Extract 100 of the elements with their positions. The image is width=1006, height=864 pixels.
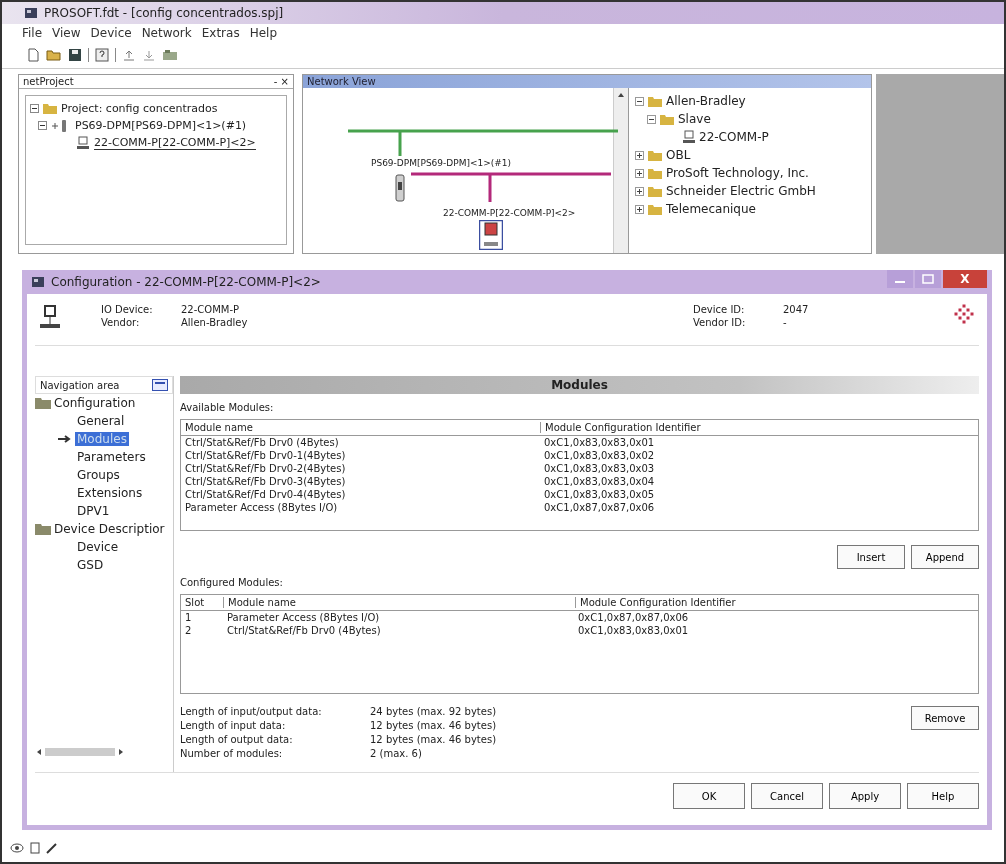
tree-item[interactable]: PS69-DPM[PS69-DPM]<1>(#1) bbox=[75, 119, 247, 132]
menu-item[interactable]: Extras bbox=[201, 26, 240, 40]
scroll-right-icon[interactable] bbox=[117, 748, 125, 756]
tree-item[interactable]: 22-COMM-P[22-COMM-P]<2> bbox=[94, 135, 256, 150]
column-header[interactable]: Module name bbox=[181, 422, 540, 433]
tree-toggle-icon[interactable] bbox=[635, 168, 644, 178]
folder-icon bbox=[35, 523, 51, 535]
nav-item[interactable]: General bbox=[75, 414, 127, 428]
dialog-button[interactable]: OK bbox=[673, 783, 745, 809]
panel-controls[interactable]: - × bbox=[273, 76, 289, 87]
pencil-icon[interactable] bbox=[46, 842, 58, 854]
table-cell-text: Parameter Access (8Bytes I/O) bbox=[184, 502, 339, 513]
nav-item[interactable]: Extensions bbox=[75, 486, 145, 500]
dialog-button[interactable]: Apply bbox=[829, 783, 901, 809]
column-header[interactable]: Module Configuration Identifier bbox=[575, 597, 736, 608]
menu-item[interactable]: View bbox=[52, 26, 81, 40]
panel-title: Navigation area bbox=[40, 379, 120, 391]
table-cell-text: Ctrl/Stat&Ref/Fb Drv0-2(4Bytes) bbox=[184, 463, 347, 474]
device-icon[interactable] bbox=[162, 48, 178, 62]
tree-toggle-icon[interactable] bbox=[635, 204, 644, 214]
info-label: Vendor ID: bbox=[693, 317, 747, 328]
info-label: IO Device: bbox=[101, 304, 154, 315]
diamond-dots-logo bbox=[953, 304, 975, 326]
catalog-item[interactable]: Slave bbox=[678, 112, 711, 126]
table-cell-text: 0xC1,0x83,0x83,0x02 bbox=[543, 450, 655, 461]
table-cell-text: Ctrl/Stat&Ref/Fb Drv0-3(4Bytes) bbox=[184, 476, 347, 487]
tree-toggle-icon[interactable] bbox=[38, 121, 47, 130]
page-icon[interactable] bbox=[30, 842, 40, 854]
panel-title: netProject bbox=[23, 76, 74, 87]
folder-icon bbox=[43, 103, 57, 114]
catalog-item[interactable]: Telemecanique bbox=[666, 202, 756, 216]
menu-item[interactable]: Help bbox=[249, 26, 278, 40]
panel-title: Network View bbox=[307, 76, 376, 87]
table-caption: Available Modules: bbox=[180, 402, 275, 413]
table-cell-text: Ctrl/Stat&Ref/Fb Drv0-1(4Bytes) bbox=[184, 450, 347, 461]
slave-device-icon[interactable] bbox=[479, 220, 503, 250]
tree-toggle-icon[interactable] bbox=[30, 104, 39, 113]
catalog-item[interactable]: ProSoft Technology, Inc. bbox=[666, 166, 809, 180]
folder-icon bbox=[35, 397, 51, 409]
open-folder-icon[interactable] bbox=[46, 48, 62, 62]
dialog-button[interactable]: Append bbox=[911, 545, 979, 569]
nav-item[interactable]: Modules bbox=[75, 432, 129, 446]
panel-toggle-icon[interactable] bbox=[152, 379, 168, 391]
summary-value: 12 bytes (max. 46 bytes) bbox=[370, 720, 498, 731]
remove-button[interactable]: Remove bbox=[911, 706, 979, 730]
tree-toggle-icon[interactable] bbox=[635, 150, 644, 160]
nav-group[interactable]: Device Descriptior bbox=[54, 522, 165, 536]
table-cell-text: Ctrl/Stat&Ref/Fd Drv0-4(4Bytes) bbox=[184, 489, 347, 500]
table-cell-text: 2 bbox=[184, 625, 193, 636]
dialog-title: Configuration - 22-COMM-P[22-COMM-P]<2> bbox=[51, 275, 321, 289]
nav-item[interactable]: Parameters bbox=[75, 450, 148, 464]
dialog-button[interactable]: Insert bbox=[837, 545, 905, 569]
catalog-item[interactable]: OBL bbox=[666, 148, 691, 162]
catalog-item[interactable]: 22-COMM-P bbox=[699, 130, 769, 144]
device-label: PS69-DPM[PS69-DPM]<1>(#1) bbox=[371, 158, 512, 168]
catalog-item[interactable]: Allen-Bradley bbox=[666, 94, 746, 108]
info-value: - bbox=[783, 317, 788, 328]
scroll-up-icon[interactable] bbox=[617, 91, 625, 99]
menu-item[interactable]: Network bbox=[141, 26, 192, 40]
tree-toggle-icon[interactable] bbox=[635, 96, 644, 106]
nav-item[interactable]: DPV1 bbox=[75, 504, 112, 518]
section-title: Modules bbox=[551, 378, 608, 392]
table-cell-text: 0xC1,0x87,0x87,0x06 bbox=[577, 612, 689, 623]
master-device-icon[interactable] bbox=[395, 174, 405, 202]
folder-icon bbox=[648, 167, 662, 179]
table-cell-text: 0xC1,0x83,0x83,0x05 bbox=[543, 489, 655, 500]
nav-item[interactable]: Groups bbox=[75, 468, 122, 482]
tree-toggle-icon[interactable] bbox=[647, 114, 656, 124]
nav-item[interactable]: Device bbox=[75, 540, 121, 554]
nav-item[interactable]: GSD bbox=[75, 558, 106, 572]
download-icon[interactable] bbox=[142, 48, 156, 62]
catalog-item[interactable]: Schneider Electric GmbH bbox=[666, 184, 816, 198]
nav-group[interactable]: Configuration bbox=[54, 396, 136, 410]
dialog-button[interactable]: Help bbox=[907, 783, 979, 809]
dialog-button[interactable]: Cancel bbox=[751, 783, 823, 809]
summary-value: 24 bytes (max. 92 bytes) bbox=[370, 706, 498, 717]
table-cell-text: 0xC1,0x87,0x87,0x06 bbox=[543, 502, 655, 513]
close-button[interactable]: X bbox=[943, 270, 987, 288]
table-cell-text: Ctrl/Stat&Ref/Fb Drv0 (4Bytes) bbox=[226, 625, 382, 636]
menu-item[interactable]: Device bbox=[90, 26, 132, 40]
eye-icon[interactable] bbox=[10, 843, 24, 853]
table-cell-text: Parameter Access (8Bytes I/O) bbox=[226, 612, 381, 623]
info-label: Device ID: bbox=[693, 304, 746, 315]
tree-toggle-icon[interactable] bbox=[635, 186, 644, 196]
folder-icon bbox=[648, 185, 662, 197]
info-value: Allen-Bradley bbox=[181, 317, 249, 328]
new-file-icon[interactable] bbox=[26, 48, 40, 62]
menu-item[interactable]: File bbox=[22, 26, 43, 40]
info-value: 22-COMM-P bbox=[181, 304, 241, 315]
column-header[interactable]: Module name bbox=[223, 597, 575, 608]
tree-item[interactable]: Project: config concentrados bbox=[61, 102, 218, 115]
help-icon[interactable] bbox=[95, 48, 109, 62]
upload-icon[interactable] bbox=[122, 48, 136, 62]
scrollbar[interactable] bbox=[613, 88, 628, 253]
column-header[interactable]: Slot bbox=[181, 597, 223, 608]
column-header[interactable]: Module Configuration Identifier bbox=[540, 422, 701, 433]
summary-label: Number of modules: bbox=[180, 748, 284, 759]
scroll-left-icon[interactable] bbox=[35, 748, 43, 756]
current-arrow-icon bbox=[57, 434, 73, 444]
save-icon[interactable] bbox=[68, 48, 82, 62]
